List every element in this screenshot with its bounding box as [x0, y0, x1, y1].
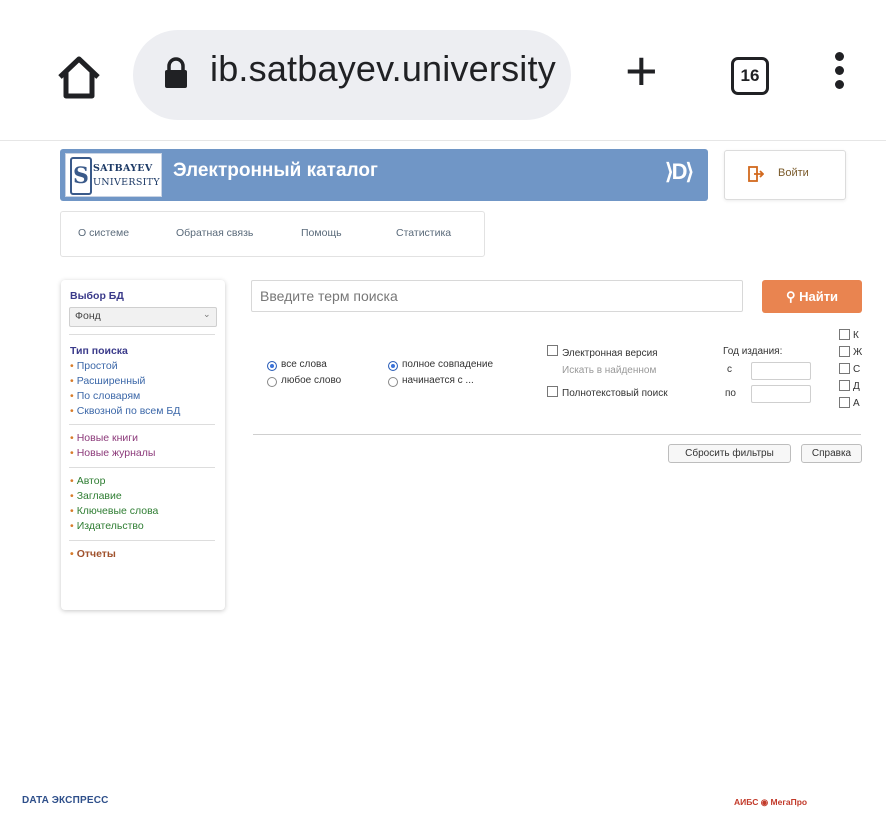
radio-all-words[interactable]	[267, 361, 277, 371]
search-icon: ⚲	[785, 289, 800, 304]
kebab-menu-icon[interactable]	[833, 52, 845, 94]
year-to-label: по	[725, 388, 736, 399]
doc-type-label[interactable]: Ж	[853, 347, 862, 358]
nav-help[interactable]: Помощь	[301, 227, 342, 239]
doc-type-checkbox[interactable]	[839, 346, 850, 357]
reset-filters-button[interactable]: Сбросить фильтры	[668, 444, 791, 463]
year-to-input[interactable]	[751, 385, 811, 403]
search-type-heading: Тип поиска	[70, 345, 128, 357]
logo-emblem-icon: S	[70, 157, 92, 195]
logo-line2: UNIVERSITY	[93, 177, 160, 188]
search-input[interactable]	[251, 280, 743, 312]
footer-data-express-logo[interactable]: DATA ЭКСПРЕСС	[22, 795, 109, 806]
lock-icon[interactable]	[163, 56, 189, 90]
doc-type-checkbox[interactable]	[839, 380, 850, 391]
login-label[interactable]: Войти	[778, 167, 809, 179]
tabs-icon[interactable]: 16	[731, 57, 769, 95]
home-icon[interactable]	[52, 50, 106, 104]
sidebar-keywords[interactable]: • Ключевые слова	[70, 505, 158, 517]
radio-starts-with-label[interactable]: начинается с ...	[402, 375, 474, 386]
doc-type-label[interactable]: Д	[853, 381, 860, 392]
nav-about[interactable]: О системе	[78, 227, 129, 239]
search-type-advanced[interactable]: • Расширенный	[70, 375, 145, 387]
divider	[69, 540, 215, 541]
doc-type-label[interactable]: А	[853, 398, 860, 409]
divider	[69, 467, 215, 468]
radio-starts-with[interactable]	[388, 377, 398, 387]
sidebar-new-journals[interactable]: • Новые журналы	[70, 447, 155, 459]
search-button[interactable]: ⚲ Найти	[762, 280, 862, 313]
checkbox-fulltext-label[interactable]: Полнотекстовый поиск	[562, 388, 668, 399]
radio-any-word[interactable]	[267, 377, 277, 387]
sidebar-publisher[interactable]: • Издательство	[70, 520, 144, 532]
page-title: Электронный каталог	[173, 160, 378, 181]
login-icon[interactable]	[748, 166, 765, 182]
year-from-input[interactable]	[751, 362, 811, 380]
sidebar-author[interactable]: • Автор	[70, 475, 105, 487]
nav-statistics[interactable]: Статистика	[396, 227, 451, 239]
year-label: Год издания:	[723, 346, 783, 357]
radio-exact-match-label[interactable]: полное совпадение	[402, 359, 493, 370]
sidebar-new-books[interactable]: • Новые книги	[70, 432, 138, 444]
doc-type-checkbox[interactable]	[839, 397, 850, 408]
checkbox-search-in-found-label[interactable]: Искать в найденном	[562, 365, 656, 376]
radio-all-words-label[interactable]: все слова	[281, 359, 327, 370]
radio-exact-match[interactable]	[388, 361, 398, 371]
sidebar-title[interactable]: • Заглавие	[70, 490, 122, 502]
db-select-heading: Выбор БД	[70, 290, 124, 302]
search-type-cross-db[interactable]: • Сквозной по всем БД	[70, 405, 180, 417]
doc-type-checkbox[interactable]	[839, 329, 850, 340]
radio-any-word-label[interactable]: любое слово	[281, 375, 341, 386]
doc-type-checkbox[interactable]	[839, 363, 850, 374]
brand-mark-icon: ⟩D⟩	[665, 159, 694, 184]
sidebar	[61, 280, 225, 610]
nav-feedback[interactable]: Обратная связь	[176, 227, 253, 239]
doc-type-label[interactable]: С	[853, 364, 860, 375]
logo-line1: SATBAYEV	[93, 163, 153, 174]
search-type-dictionary[interactable]: • По словарям	[70, 390, 140, 402]
divider	[69, 334, 215, 335]
help-button[interactable]: Справка	[801, 444, 862, 463]
db-select-value[interactable]: Фонд	[75, 310, 101, 322]
address-text[interactable]: ib.satbayev.university	[210, 48, 556, 90]
divider	[253, 434, 861, 435]
chevron-down-icon[interactable]: ⌄	[203, 309, 211, 320]
sidebar-reports[interactable]: • Отчеты	[70, 548, 116, 560]
search-type-simple[interactable]: • Простой	[70, 360, 118, 372]
doc-type-label[interactable]: К	[853, 330, 859, 341]
divider	[69, 424, 215, 425]
checkbox-electronic-version[interactable]	[547, 345, 558, 356]
checkbox-electronic-version-label[interactable]: Электронная версия	[562, 348, 658, 359]
new-tab-icon[interactable]: +	[625, 43, 658, 99]
footer-megapro-logo[interactable]: АИБС ◉ МегаПро	[734, 797, 807, 808]
year-from-label: с	[727, 364, 732, 375]
checkbox-fulltext[interactable]	[547, 386, 558, 397]
